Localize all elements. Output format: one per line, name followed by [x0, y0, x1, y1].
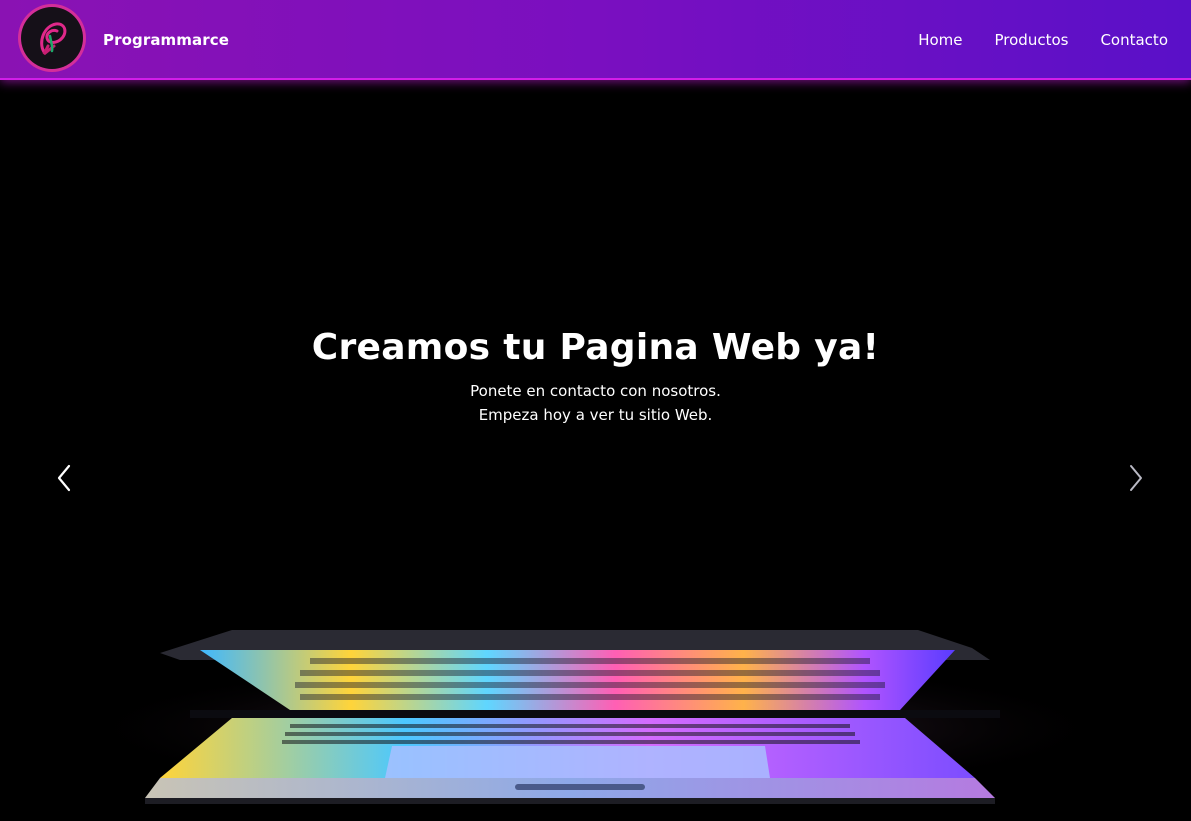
nav-link-home[interactable]: Home	[918, 31, 962, 49]
carousel-prev-button[interactable]	[49, 460, 79, 496]
hero-subtitle-line-1: Ponete en contacto con nosotros.	[470, 382, 721, 400]
brand-logo[interactable]	[18, 4, 86, 72]
chevron-right-icon	[1130, 465, 1142, 491]
hero-title: Creamos tu Pagina Web ya!	[311, 327, 880, 368]
navbar: Programmarce Home Productos Contacto	[0, 0, 1191, 78]
brand-name[interactable]: Programmarce	[103, 31, 229, 49]
chevron-left-icon	[57, 464, 71, 492]
hero-laptop-image	[75, 630, 1115, 804]
hero-subtitle-line-2: Empeza hoy a ver tu sitio Web.	[478, 406, 713, 424]
carousel-next-button[interactable]	[1121, 460, 1151, 496]
logo-icon	[21, 7, 83, 69]
nav-link-contacto[interactable]: Contacto	[1100, 31, 1168, 49]
hero-carousel: Creamos tu Pagina Web ya! Ponete en cont…	[0, 78, 1191, 821]
nav-link-productos[interactable]: Productos	[995, 31, 1069, 49]
nav-menu: Home Productos Contacto	[886, 31, 1168, 49]
